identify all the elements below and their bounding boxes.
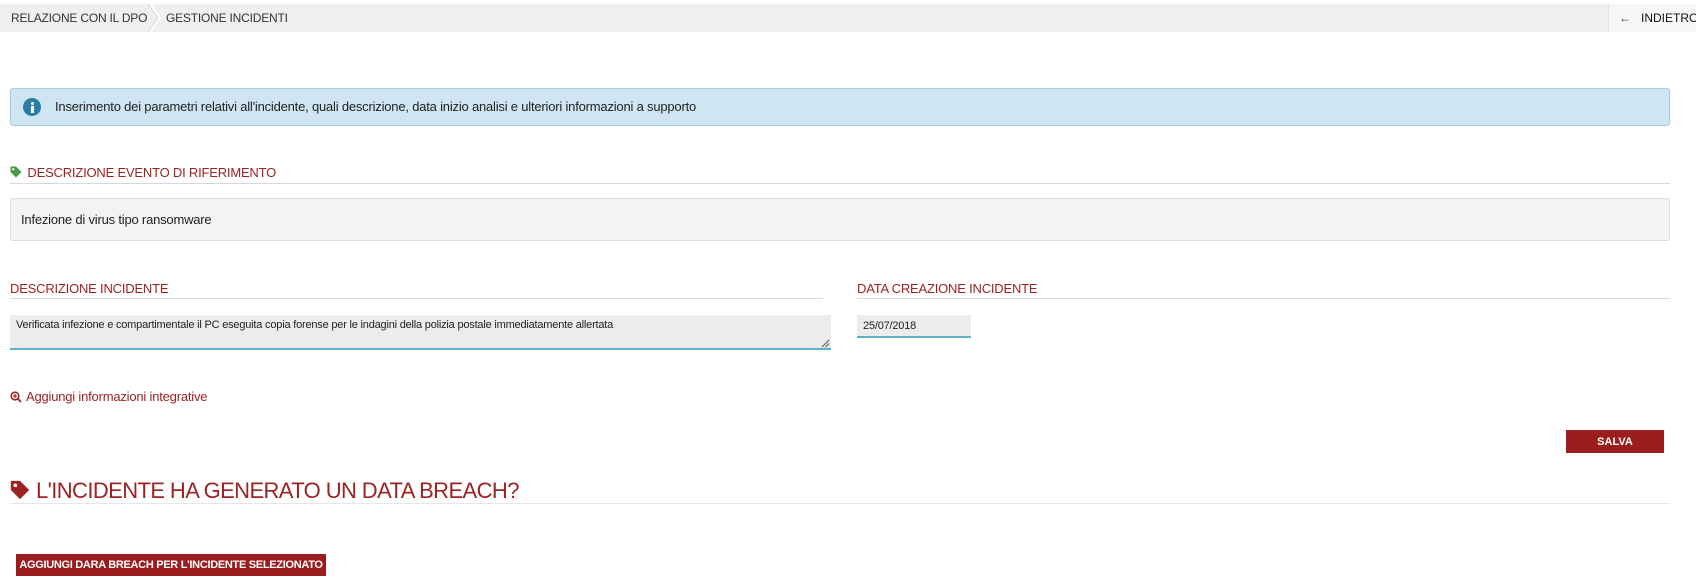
info-alert: Inserimento dei parametri relativi all'i… (10, 88, 1670, 126)
info-alert-text: Inserimento dei parametri relativi all'i… (55, 99, 697, 114)
breadcrumb-item-gestione-incidenti[interactable]: GESTIONE INCIDENTI (166, 4, 288, 32)
incident-date-label: DATA CREAZIONE INCIDENTE (857, 281, 1038, 296)
tag-icon (10, 166, 22, 178)
event-section-title-text: DESCRIZIONE EVENTO DI RIFERIMENTO (27, 165, 277, 180)
tag-icon (10, 481, 30, 500)
incident-description-divider (10, 298, 823, 299)
zoom-in-icon (10, 390, 22, 403)
save-button[interactable]: SALVA (1566, 430, 1664, 453)
breadcrumb-separator-icon (148, 4, 162, 32)
event-section-title: DESCRIZIONE EVENTO DI RIFERIMENTO (10, 165, 276, 180)
add-data-breach-button[interactable]: AGGIUNGI DARA BREACH PER L'INCIDENTE SEL… (16, 554, 326, 576)
back-button[interactable]: ← INDIETRO (1608, 4, 1696, 32)
breach-section-title: L'INCIDENTE HA GENERATO UN DATA BREACH? (10, 477, 519, 505)
breadcrumb-item-relazione-dpo[interactable]: RELAZIONE CON IL DPO (11, 4, 147, 32)
arrow-left-icon: ← (1619, 11, 1631, 25)
event-description-box: Infezione di virus tipo ransomware (10, 198, 1670, 241)
incident-description-input[interactable]: Verificata infezione e compartimentale i… (10, 315, 831, 350)
event-section-divider (10, 183, 1670, 184)
incident-description-label: DESCRIZIONE INCIDENTE (10, 281, 169, 296)
breach-section-divider (10, 503, 1670, 504)
back-button-label: INDIETRO (1641, 11, 1696, 25)
event-description-value: Infezione di virus tipo ransomware (21, 212, 212, 227)
add-info-link-text: Aggiungi informazioni integrative (26, 389, 208, 404)
breadcrumb: RELAZIONE CON IL DPO GESTIONE INCIDENTI … (0, 4, 1696, 32)
incident-date-input[interactable] (857, 315, 971, 338)
add-info-link[interactable]: Aggiungi informazioni integrative (10, 388, 207, 406)
info-icon (23, 98, 41, 116)
resize-handle-icon[interactable] (820, 338, 830, 348)
incident-date-divider (857, 298, 1670, 299)
breach-section-title-text: L'INCIDENTE HA GENERATO UN DATA BREACH? (36, 478, 519, 503)
